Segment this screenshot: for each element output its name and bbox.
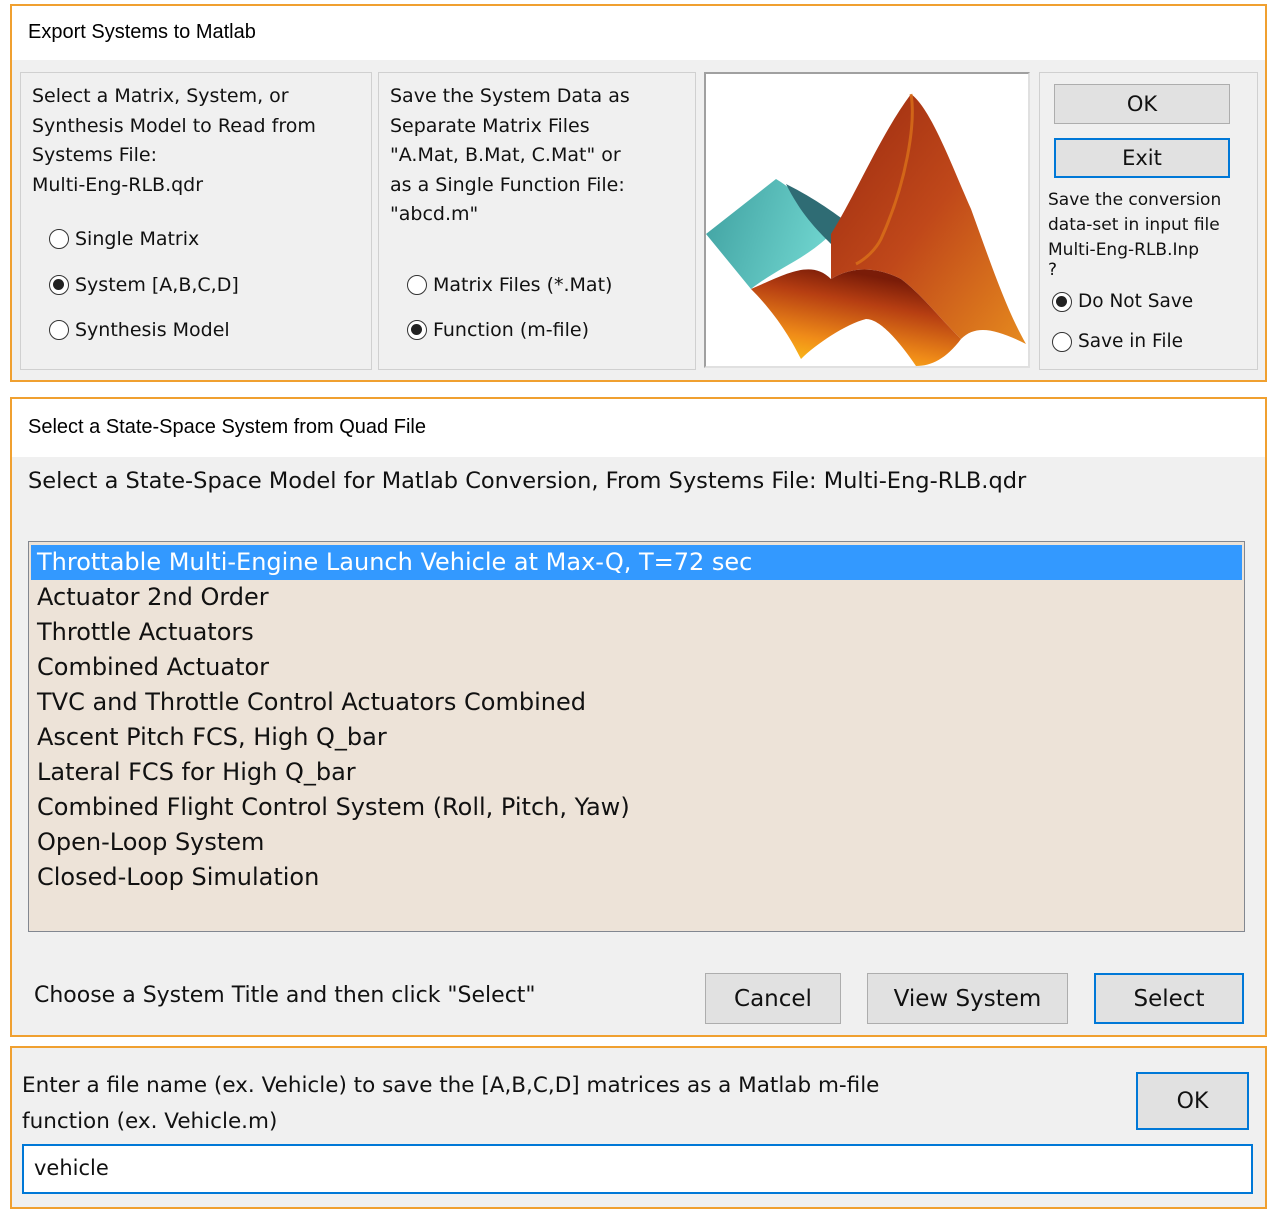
- source-desc-line: Select a Matrix, System, or: [32, 85, 289, 107]
- list-item[interactable]: Combined Flight Control System (Roll, Pi…: [31, 790, 1242, 825]
- exit-button[interactable]: Exit: [1054, 138, 1230, 178]
- format-desc-line: as a Single Function File:: [390, 173, 625, 196]
- format-panel: Save the System Data as Separate Matrix …: [378, 72, 696, 370]
- radio-single-matrix[interactable]: Single Matrix: [49, 228, 199, 250]
- radio-label: Single Matrix: [75, 228, 200, 250]
- save-desc-line: ?: [1048, 260, 1058, 280]
- format-desc-line: "abcd.m": [390, 203, 479, 225]
- radio-circle-icon: [1052, 331, 1072, 352]
- filename-input[interactable]: vehicle: [22, 1144, 1253, 1194]
- cancel-button[interactable]: Cancel: [705, 973, 841, 1024]
- radio-system-abcd[interactable]: System [A,B,C,D]: [49, 274, 239, 296]
- source-description: Select a Matrix, System, or Synthesis Mo…: [32, 82, 316, 200]
- matlab-membrane-icon: [706, 93, 1026, 366]
- list-item[interactable]: Lateral FCS for High Q_bar: [31, 755, 1242, 790]
- radio-matrix-files[interactable]: Matrix Files (*.Mat): [407, 274, 612, 296]
- radio-synthesis-model[interactable]: Synthesis Model: [49, 319, 230, 341]
- list-item[interactable]: Throttle Actuators: [31, 615, 1242, 650]
- list-item[interactable]: Open-Loop System: [31, 825, 1242, 860]
- export-dialog-titlebar: Export Systems to Matlab: [12, 6, 1265, 60]
- filename-dialog: Enter a file name (ex. Vehicle) to save …: [10, 1046, 1267, 1209]
- radio-label: System [A,B,C,D]: [75, 274, 239, 296]
- matlab-logo: [704, 72, 1030, 368]
- format-desc-line: Separate Matrix Files: [390, 114, 590, 137]
- radio-label: Function (m-file): [433, 319, 589, 341]
- filename-prompt-line: Enter a file name (ex. Vehicle) to save …: [22, 1073, 880, 1098]
- radio-do-not-save[interactable]: Do Not Save: [1052, 291, 1193, 312]
- radio-function-mfile[interactable]: Function (m-file): [407, 319, 589, 341]
- source-filename: Multi-Eng-RLB.qdr: [32, 173, 204, 196]
- list-item[interactable]: Combined Actuator: [31, 650, 1242, 685]
- radio-label: Save in File: [1078, 331, 1183, 352]
- save-desc-line: Save the conversion: [1048, 190, 1222, 210]
- radio-circle-icon: [407, 275, 427, 295]
- list-item[interactable]: Actuator 2nd Order: [31, 580, 1242, 615]
- filename-ok-button[interactable]: OK: [1136, 1072, 1249, 1130]
- system-listbox[interactable]: Throttable Multi-Engine Launch Vehicle a…: [28, 541, 1245, 932]
- radio-label: Synthesis Model: [75, 319, 230, 341]
- radio-selected-icon: [1052, 291, 1072, 312]
- filename-prompt: Enter a file name (ex. Vehicle) to save …: [22, 1068, 879, 1140]
- list-item[interactable]: Throttable Multi-Engine Launch Vehicle a…: [31, 545, 1242, 580]
- list-item[interactable]: TVC and Throttle Control Actuators Combi…: [31, 685, 1242, 720]
- radio-save-in-file[interactable]: Save in File: [1052, 331, 1183, 352]
- source-panel: Select a Matrix, System, or Synthesis Mo…: [20, 72, 372, 370]
- view-system-button[interactable]: View System: [867, 973, 1068, 1024]
- radio-label: Matrix Files (*.Mat): [433, 274, 613, 296]
- source-desc-line: Synthesis Model to Read from: [32, 114, 316, 137]
- export-dialog: Export Systems to Matlab Select a Matrix…: [10, 4, 1267, 382]
- select-button[interactable]: Select: [1094, 973, 1244, 1024]
- ok-button[interactable]: OK: [1054, 84, 1230, 124]
- radio-selected-icon: [49, 275, 69, 295]
- list-item[interactable]: Ascent Pitch FCS, High Q_bar: [31, 720, 1242, 755]
- save-filename: Multi-Eng-RLB.Inp: [1048, 240, 1200, 260]
- save-description: Save the conversion data-set in input fi…: [1048, 188, 1222, 280]
- select-instruction: Choose a System Title and then click "Se…: [34, 983, 536, 1008]
- export-dialog-title: Export Systems to Matlab: [28, 21, 256, 43]
- radio-selected-icon: [407, 320, 427, 340]
- save-desc-line: data-set in input file: [1048, 215, 1220, 235]
- radio-circle-icon: [49, 320, 69, 340]
- radio-label: Do Not Save: [1078, 291, 1194, 312]
- select-dialog-header: Select a State-Space Model for Matlab Co…: [28, 468, 1027, 494]
- source-desc-line: Systems File:: [32, 144, 157, 166]
- filename-prompt-line: function (ex. Vehicle.m): [22, 1109, 278, 1134]
- select-system-dialog: Select a State-Space System from Quad Fi…: [10, 397, 1267, 1037]
- format-desc-line: Save the System Data as: [390, 85, 630, 107]
- save-panel: OK Exit Save the conversion data-set in …: [1039, 72, 1258, 370]
- radio-circle-icon: [49, 229, 69, 249]
- select-dialog-titlebar: Select a State-Space System from Quad Fi…: [12, 399, 1265, 457]
- format-desc-line: "A.Mat, B.Mat, C.Mat" or: [390, 144, 621, 166]
- format-description: Save the System Data as Separate Matrix …: [390, 82, 630, 230]
- select-dialog-title: Select a State-Space System from Quad Fi…: [28, 416, 426, 438]
- list-item[interactable]: Closed-Loop Simulation: [31, 860, 1242, 895]
